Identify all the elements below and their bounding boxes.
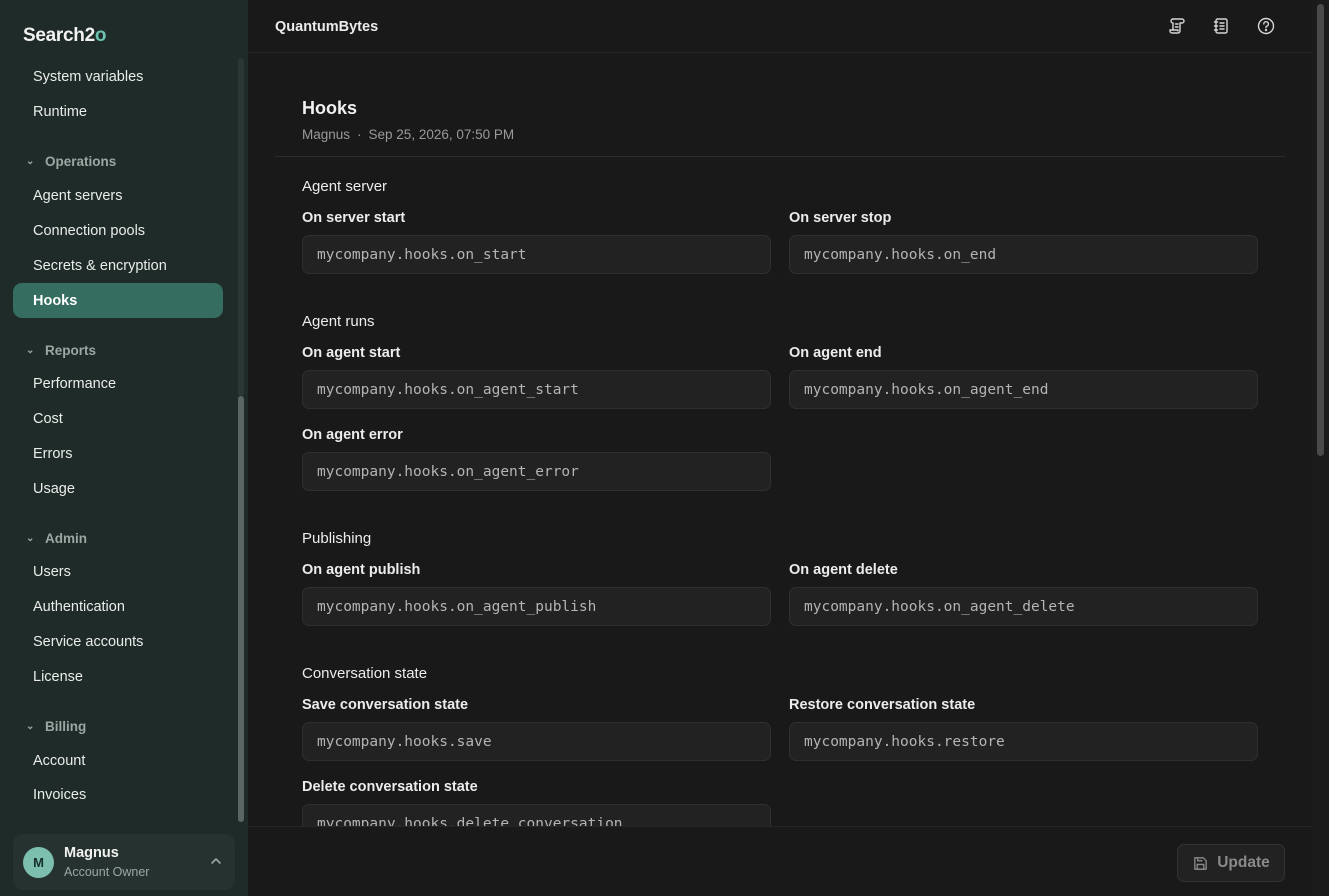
save-conversation-state-input[interactable]: mycompany.hooks.save: [302, 722, 771, 761]
sidebar-section-admin[interactable]: ⌄ Admin: [26, 528, 87, 548]
group-title-publishing: Publishing: [302, 530, 372, 547]
sidebar-section-operations[interactable]: ⌄ Operations: [26, 151, 116, 171]
org-name: QuantumBytes: [275, 19, 379, 35]
on-agent-error-input[interactable]: mycompany.hooks.on_agent_error: [302, 452, 771, 491]
on-agent-delete-input[interactable]: mycompany.hooks.on_agent_delete: [789, 587, 1258, 626]
page-meta: Magnus · Sep 25, 2026, 07:50 PM: [302, 127, 515, 142]
user-menu[interactable]: M Magnus Account Owner: [13, 834, 235, 890]
sidebar-nav: System variables Runtime ⌄ Operations Age…: [0, 58, 236, 826]
sidebar-item-users[interactable]: Users: [13, 554, 223, 589]
save-icon: [1194, 856, 1208, 870]
field-label: On agent start: [302, 345, 401, 361]
top-bar: QuantumBytes: [248, 0, 1312, 53]
sidebar-section-billing[interactable]: ⌄ Billing: [26, 716, 86, 736]
sidebar-item-system-variables[interactable]: System variables: [13, 59, 223, 94]
field-label: Delete conversation state: [302, 779, 478, 795]
on-agent-publish-input[interactable]: mycompany.hooks.on_agent_publish: [302, 587, 771, 626]
scroll-icon[interactable]: [1168, 17, 1186, 35]
divider: [275, 156, 1285, 157]
footer-bar: Update: [248, 826, 1312, 896]
sidebar-item-connection-pools[interactable]: Connection pools: [13, 213, 223, 248]
field-label: Save conversation state: [302, 697, 469, 713]
sidebar-item-usage[interactable]: Usage: [13, 471, 223, 506]
field-label: On agent publish: [302, 562, 421, 578]
sidebar-item-errors[interactable]: Errors: [13, 436, 223, 471]
on-server-start-input[interactable]: mycompany.hooks.on_start: [302, 235, 771, 274]
sidebar-scrollbar-track: [238, 58, 244, 396]
on-agent-end-input[interactable]: mycompany.hooks.on_agent_end: [789, 370, 1258, 409]
field-label: On server stop: [789, 210, 892, 226]
chevron-down-icon: ⌄: [26, 155, 35, 167]
sidebar: Search2o System variables Runtime ⌄ Opera…: [0, 0, 248, 896]
field-label: Restore conversation state: [789, 697, 976, 713]
field-label: On agent error: [302, 427, 403, 443]
field-label: On agent end: [789, 345, 882, 361]
sidebar-scrollbar-thumb[interactable]: [238, 396, 244, 822]
help-icon[interactable]: [1257, 17, 1275, 35]
main-scrollbar-thumb[interactable]: [1317, 4, 1324, 456]
restore-conversation-state-input[interactable]: mycompany.hooks.restore: [789, 722, 1258, 761]
sidebar-item-runtime[interactable]: Runtime: [13, 94, 223, 129]
field-label: On agent delete: [789, 562, 898, 578]
user-name: Magnus: [64, 845, 119, 861]
notebook-icon[interactable]: [1212, 17, 1230, 35]
sidebar-item-secrets-encryption[interactable]: Secrets & encryption: [13, 248, 223, 283]
chevron-down-icon: ⌄: [26, 532, 35, 544]
sidebar-item-invoices[interactable]: Invoices: [13, 777, 223, 812]
avatar: M: [23, 847, 54, 878]
group-title-agent-runs: Agent runs: [302, 313, 375, 330]
group-title-agent-server: Agent server: [302, 178, 388, 195]
sidebar-item-hooks[interactable]: Hooks: [13, 283, 223, 318]
chevron-up-icon: [211, 858, 221, 864]
user-role: Account Owner: [64, 865, 150, 879]
group-title-conversation-state: Conversation state: [302, 665, 428, 682]
sidebar-item-performance[interactable]: Performance: [13, 366, 223, 401]
sidebar-section-reports[interactable]: ⌄ Reports: [26, 340, 96, 360]
main-scrollbar[interactable]: [1312, 0, 1329, 896]
author: Magnus: [302, 127, 351, 142]
update-button[interactable]: Update: [1177, 844, 1285, 882]
chevron-down-icon: ⌄: [26, 344, 35, 356]
field-label: On server start: [302, 210, 406, 226]
sidebar-scrollbar[interactable]: [235, 58, 247, 826]
on-server-stop-input[interactable]: mycompany.hooks.on_end: [789, 235, 1258, 274]
app-logo[interactable]: Search2o: [23, 25, 106, 47]
sidebar-item-service-accounts[interactable]: Service accounts: [13, 624, 223, 659]
sidebar-item-authentication[interactable]: Authentication: [13, 589, 223, 624]
timestamp: Sep 25, 2026, 07:50 PM: [368, 127, 515, 142]
delete-conversation-state-input[interactable]: mycompany.hooks.delete_conversation: [302, 804, 771, 826]
chevron-down-icon: ⌄: [26, 720, 35, 732]
sidebar-item-agent-servers[interactable]: Agent servers: [13, 178, 223, 213]
page-title: Hooks: [302, 98, 358, 118]
sidebar-item-license[interactable]: License: [13, 659, 223, 694]
sidebar-item-account[interactable]: Account: [13, 743, 223, 778]
on-agent-start-input[interactable]: mycompany.hooks.on_agent_start: [302, 370, 771, 409]
sidebar-item-cost[interactable]: Cost: [13, 401, 223, 436]
main-content: Hooks Magnus · Sep 25, 2026, 07:50 PM Agen…: [248, 53, 1312, 826]
